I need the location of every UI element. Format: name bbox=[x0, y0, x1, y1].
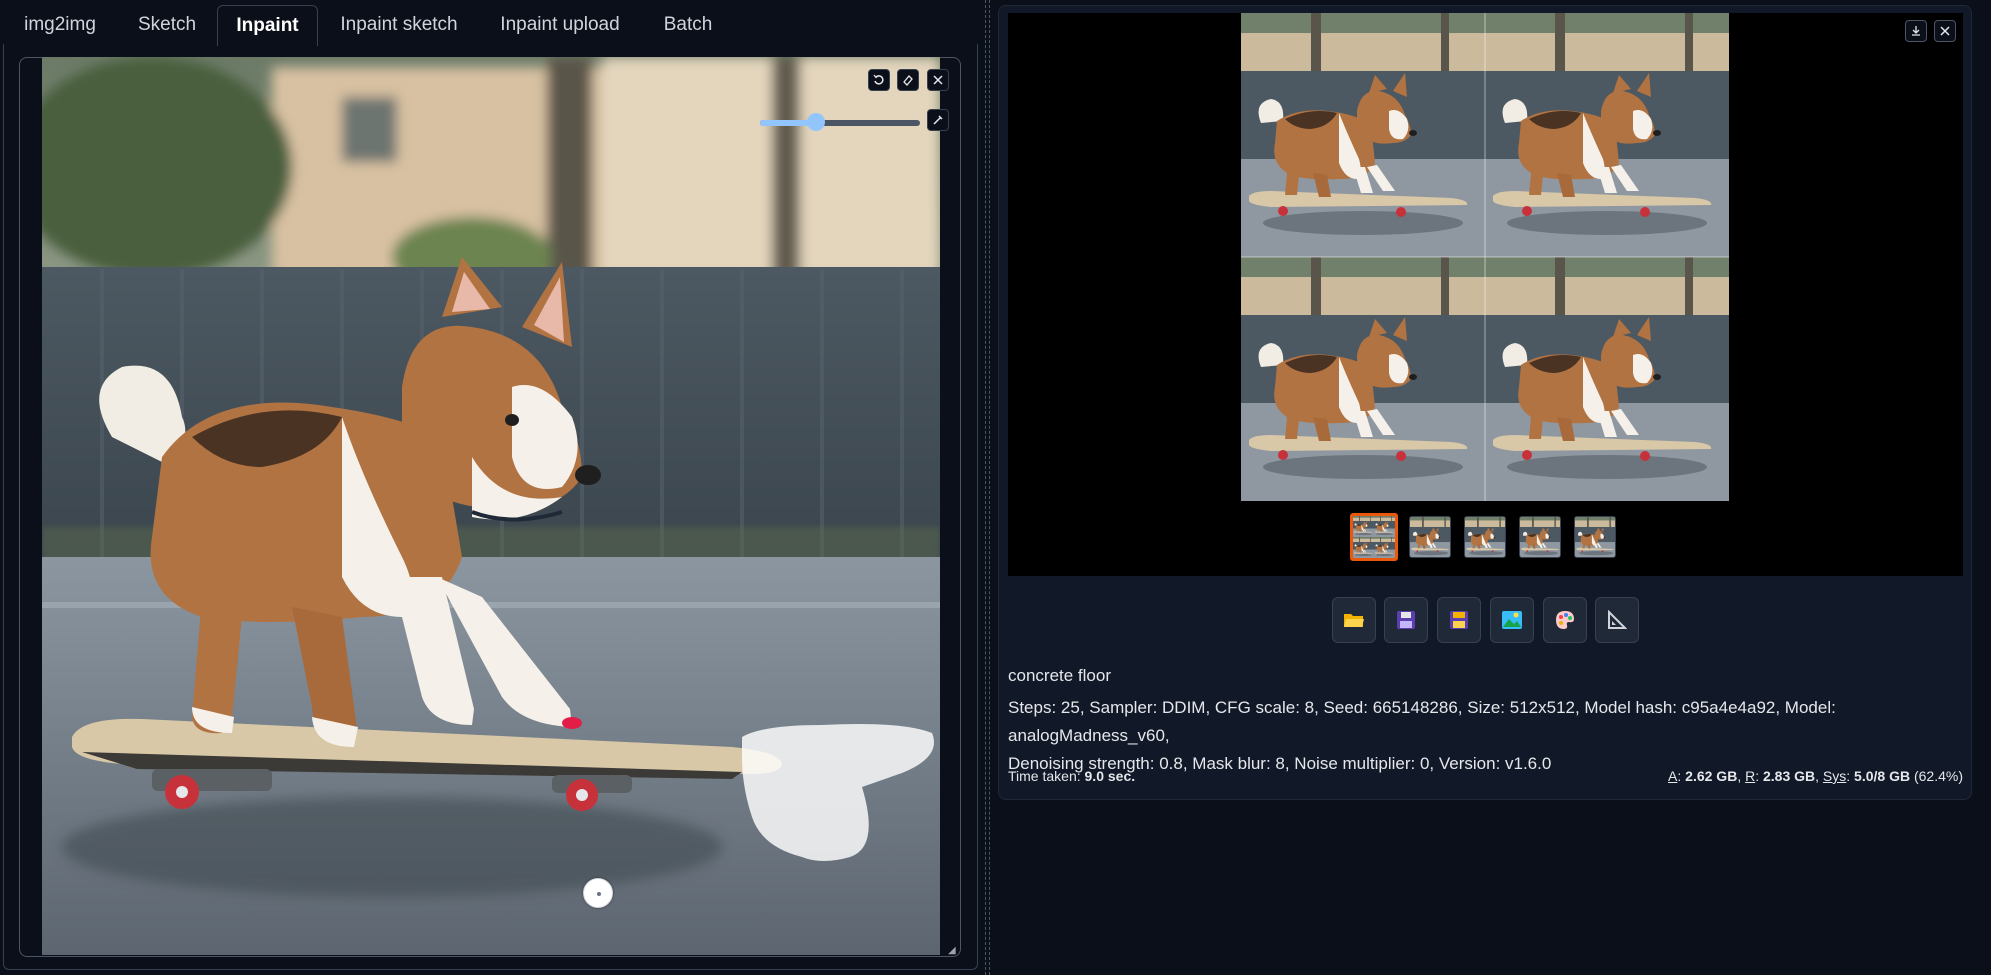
panel-divider[interactable] bbox=[985, 0, 986, 975]
send-to-img2img-button[interactable] bbox=[1490, 597, 1534, 643]
save-icon bbox=[1397, 611, 1415, 629]
thumbnail-1[interactable] bbox=[1409, 516, 1451, 558]
send-to-inpaint-icon bbox=[1556, 611, 1574, 629]
save-button[interactable] bbox=[1384, 597, 1428, 643]
eraser-icon[interactable] bbox=[897, 69, 919, 91]
tab-inpaint-upload[interactable]: Inpaint upload bbox=[480, 5, 640, 45]
zip-icon bbox=[1450, 611, 1468, 629]
generation-prompt: concrete floor bbox=[1008, 666, 1111, 685]
vram-r-value: 2.83 GB bbox=[1763, 768, 1816, 784]
download-icon[interactable] bbox=[1905, 20, 1927, 42]
brush-size-thumb[interactable] bbox=[807, 113, 825, 131]
folder-icon bbox=[1344, 614, 1364, 627]
open-folder-button[interactable] bbox=[1332, 597, 1376, 643]
vram-a-label: A bbox=[1668, 768, 1678, 784]
close-icon[interactable] bbox=[927, 69, 949, 91]
send-to-inpaint-button[interactable] bbox=[1543, 597, 1587, 643]
tab-img2img[interactable]: img2img bbox=[4, 5, 116, 45]
vram-r-label: R bbox=[1745, 768, 1756, 784]
generation-parameters: Steps: 25, Sampler: DDIM, CFG scale: 8, … bbox=[1008, 694, 1958, 778]
time-taken-value: 9.0 sec. bbox=[1084, 768, 1136, 784]
zip-button[interactable] bbox=[1437, 597, 1481, 643]
tab-inpaint[interactable]: Inpaint bbox=[217, 5, 318, 46]
thumbnail-4[interactable] bbox=[1574, 516, 1616, 558]
panel-divider-2 bbox=[989, 0, 990, 975]
brush-icon[interactable] bbox=[927, 109, 949, 131]
send-to-img2img-icon bbox=[1502, 611, 1522, 629]
source-image bbox=[42, 57, 940, 955]
vram-sys-label: Sys bbox=[1822, 768, 1847, 784]
time-taken-label: Time taken: bbox=[1008, 768, 1081, 784]
tab-batch[interactable]: Batch bbox=[648, 5, 728, 45]
vram-a-value: 2.62 GB bbox=[1685, 768, 1738, 784]
tab-sketch[interactable]: Sketch bbox=[122, 5, 212, 45]
close-gallery-icon[interactable] bbox=[1934, 20, 1956, 42]
time-taken: Time taken: 9.0 sec. bbox=[1008, 768, 1135, 784]
vram-usage: A: 2.62 GB, R: 2.83 GB, Sys: 5.0/8 GB (6… bbox=[1668, 768, 1963, 784]
generation-parameters-line-1: Steps: 25, Sampler: DDIM, CFG scale: 8, … bbox=[1008, 698, 1836, 745]
img2img-tabs: img2img Sketch Inpaint Inpaint sketch In… bbox=[0, 5, 980, 46]
inpaint-canvas[interactable] bbox=[42, 57, 940, 955]
thumbnail-3[interactable] bbox=[1519, 516, 1561, 558]
undo-icon[interactable] bbox=[868, 69, 890, 91]
result-grid-image[interactable] bbox=[1241, 13, 1729, 501]
thumbnail-2[interactable] bbox=[1464, 516, 1506, 558]
send-to-extras-icon bbox=[1608, 610, 1627, 629]
resize-handle-icon[interactable]: ◢ bbox=[948, 945, 958, 956]
tab-inpaint-sketch[interactable]: Inpaint sketch bbox=[325, 5, 473, 45]
vram-sys-percent: (62.4%) bbox=[1913, 768, 1963, 784]
brush-size-slider[interactable] bbox=[760, 113, 920, 131]
send-to-extras-button[interactable] bbox=[1595, 597, 1639, 643]
brush-cursor bbox=[583, 878, 613, 908]
vram-sys-value: 5.0/8 GB bbox=[1854, 768, 1911, 784]
thumbnail-grid[interactable] bbox=[1350, 513, 1398, 561]
